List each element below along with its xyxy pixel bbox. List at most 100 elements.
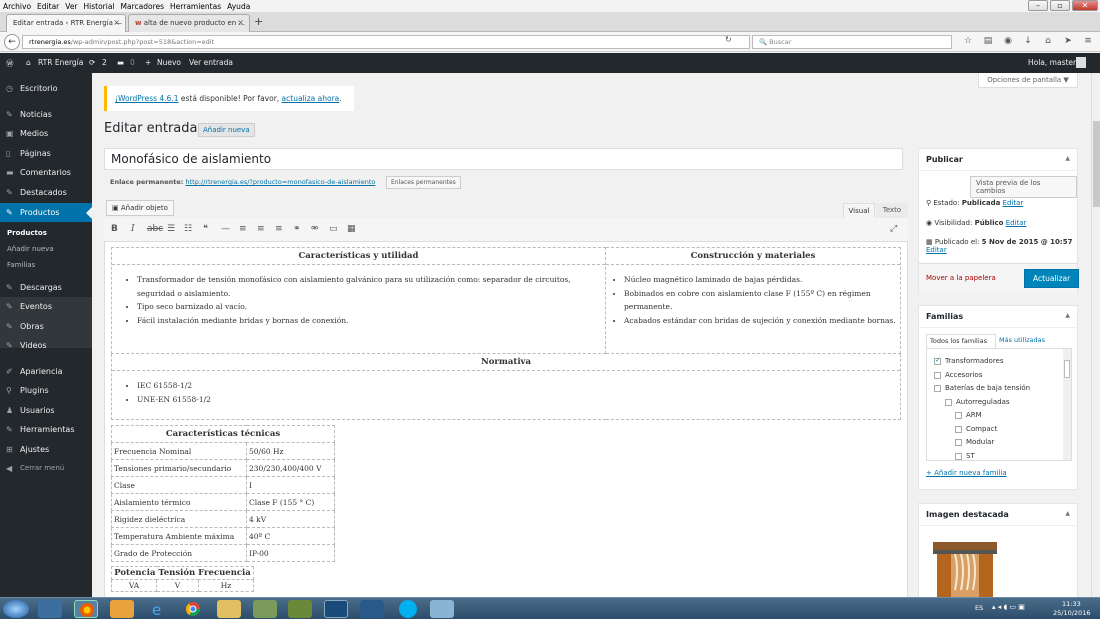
sidebar-item-comentarios[interactable]: ▬ Comentarios xyxy=(0,163,92,182)
clock-time[interactable]: 11:33 xyxy=(1062,600,1081,608)
update-button[interactable]: Actualizar xyxy=(1024,269,1080,288)
new-tab-icon[interactable]: + xyxy=(254,15,263,28)
fullscreen-icon[interactable]: ⤢ xyxy=(890,224,897,234)
list-item[interactable]: Compact xyxy=(955,425,997,433)
collapse-arrow-icon[interactable]: ▲ xyxy=(1065,312,1070,319)
checkbox-icon[interactable] xyxy=(955,425,962,433)
start-button-icon[interactable] xyxy=(3,600,29,618)
updates-icon[interactable]: ⟳ xyxy=(89,58,95,67)
tech-value[interactable]: IP-00 xyxy=(246,544,335,562)
sidebar-item-descargas[interactable]: ✎ Descargas xyxy=(0,278,92,297)
list-item[interactable]: Transformadores xyxy=(934,356,1004,365)
sidebar-item-cerrar-menu[interactable]: ◀ Cerrar menú xyxy=(0,459,92,478)
language-indicator[interactable]: ES xyxy=(975,604,983,612)
sidebar-item-apariencia[interactable]: ✐ Apariencia xyxy=(0,362,92,381)
clock-date[interactable]: 25/10/2016 xyxy=(1053,609,1090,617)
align-left-icon[interactable]: ≡ xyxy=(239,224,247,234)
tech-value[interactable]: 40º C xyxy=(246,527,335,545)
sidebar-item-videos[interactable]: ✎ Videos xyxy=(0,336,92,355)
close-icon[interactable]: ✕ xyxy=(1072,0,1098,11)
tech-value[interactable]: 4 kV xyxy=(246,510,335,528)
power-col[interactable]: V xyxy=(156,579,199,592)
search-input[interactable]: 🔍 Buscar xyxy=(752,35,952,49)
sidebar-item-usuarios[interactable]: ♟ Usuarios xyxy=(0,401,92,420)
menu-editar[interactable]: Editar xyxy=(37,2,59,11)
toolbar-toggle-icon[interactable]: ▦ xyxy=(347,224,356,234)
chart-app-icon[interactable] xyxy=(324,600,348,618)
chart-app-2-icon[interactable] xyxy=(360,600,384,618)
folder-icon[interactable] xyxy=(217,600,241,618)
construction-cell[interactable]: Construcción y materiales Núcleo magnéti… xyxy=(605,247,901,354)
avatar[interactable] xyxy=(1076,57,1086,68)
sidebar-item-eventos[interactable]: ✎ Eventos xyxy=(0,297,92,316)
features-cell[interactable]: Características y utilidad Transformador… xyxy=(111,247,606,354)
chrome-icon[interactable] xyxy=(181,600,205,618)
power-col[interactable]: VA xyxy=(111,579,157,592)
post-title-input[interactable]: Monofásico de aislamiento xyxy=(104,148,903,170)
tech-value[interactable]: Clase F (155 ° C) xyxy=(246,493,335,511)
sidebar-item-plugins[interactable]: ⚲ Plugins xyxy=(0,381,92,400)
tab-alta-producto[interactable]: w alta de nuevo producto en ... × xyxy=(128,14,250,32)
skype-icon[interactable] xyxy=(399,600,417,618)
wordpress-logo-icon[interactable]: Ⓦ xyxy=(6,58,14,69)
hamburger-menu-icon[interactable]: ≡ xyxy=(1078,36,1098,46)
edit-date-link[interactable]: Editar xyxy=(926,246,947,254)
view-post-link[interactable]: Ver entrada xyxy=(189,58,233,67)
featured-image-thumbnail[interactable] xyxy=(929,540,1001,598)
sidebar-item-herramientas[interactable]: ✎ Herramientas xyxy=(0,420,92,439)
bullet-list-icon[interactable]: ☰ xyxy=(167,224,175,234)
tech-key[interactable]: Grado de Protección xyxy=(111,544,247,562)
menu-ayuda[interactable]: Ayuda xyxy=(227,2,250,11)
families-list[interactable]: Transformadores Accesorios Baterías de b… xyxy=(926,348,1072,461)
download-icon[interactable]: ↓ xyxy=(1018,36,1038,46)
sidebar-item-ajustes[interactable]: ⊞ Ajustes xyxy=(0,440,92,459)
back-arrow-icon[interactable]: ← xyxy=(4,34,20,50)
sidebar-item-escritorio[interactable]: ◷ Escritorio xyxy=(0,79,92,98)
sidebar-item-medios[interactable]: ▣ Medios xyxy=(0,124,92,143)
checkbox-icon[interactable] xyxy=(955,438,962,446)
ie-icon[interactable]: e xyxy=(146,600,170,619)
submenu-anadir-nueva[interactable]: Añadir nueva xyxy=(0,245,92,253)
site-name[interactable]: RTR Energía xyxy=(38,58,83,67)
edit-visibility-link[interactable]: Editar xyxy=(1006,219,1027,227)
align-right-icon[interactable]: ≡ xyxy=(275,224,283,234)
bold-icon[interactable]: B xyxy=(111,224,118,234)
italic-icon[interactable]: I xyxy=(131,224,135,234)
power-col[interactable]: Hz xyxy=(198,579,254,592)
list-item[interactable]: Baterías de baja tensión xyxy=(934,384,1030,392)
checkbox-checked-icon[interactable] xyxy=(934,356,941,365)
permalinks-button[interactable]: Enlaces permanentes xyxy=(386,176,461,189)
comment-icon[interactable]: ▬ xyxy=(117,58,124,67)
menu-herramientas[interactable]: Herramientas xyxy=(170,2,221,11)
greeting[interactable]: Hola, master xyxy=(1028,58,1076,67)
menu-marcadores[interactable]: Marcadores xyxy=(121,2,165,11)
tech-key[interactable]: Frecuencia Nominal xyxy=(111,442,247,460)
tech-value[interactable]: I xyxy=(246,476,335,494)
norm-cell[interactable]: Normativa IEC 61558-1/2 UNE-EN 61558-1/2 xyxy=(111,353,901,420)
tech-key[interactable]: Rigidez dieléctrica xyxy=(111,510,247,528)
collapse-arrow-icon[interactable]: ▲ xyxy=(1065,510,1070,517)
list-item[interactable]: ST xyxy=(955,452,975,460)
scroll-thumb[interactable] xyxy=(1093,121,1100,207)
tab-most-used[interactable]: Más utilizadas xyxy=(999,336,1045,344)
align-center-icon[interactable]: ≡ xyxy=(257,224,265,234)
pocket-icon[interactable]: ◉ xyxy=(998,36,1018,46)
unlink-icon[interactable]: ⚮ xyxy=(311,224,319,234)
tech-value[interactable]: 50/60 Hz xyxy=(246,442,335,460)
outlook-icon[interactable] xyxy=(110,600,134,618)
sidebar-item-noticias[interactable]: ✎ Noticias xyxy=(0,105,92,124)
wordpress-version-link[interactable]: ¡WordPress 4.6.1 xyxy=(115,94,179,103)
tech-key[interactable]: Aislamiento térmico xyxy=(111,493,247,511)
sidebar-item-destacados[interactable]: ✎ Destacados xyxy=(0,183,92,202)
menu-ver[interactable]: Ver xyxy=(65,2,77,11)
edit-status-link[interactable]: Editar xyxy=(1003,199,1024,207)
numbered-list-icon[interactable]: ☷ xyxy=(184,224,192,234)
reading-list-icon[interactable]: ▤ xyxy=(978,36,998,46)
add-new-family-link[interactable]: + Añadir nueva familia xyxy=(926,469,1007,477)
sidebar-item-obras[interactable]: ✎ Obras xyxy=(0,317,92,336)
families-header[interactable]: Familias ▲ xyxy=(919,306,1077,328)
close-tab-icon[interactable]: × xyxy=(113,18,120,27)
list-item[interactable]: Modular xyxy=(955,438,994,446)
submenu-productos[interactable]: Productos xyxy=(0,229,92,237)
strikethrough-icon[interactable]: abc xyxy=(147,224,163,234)
